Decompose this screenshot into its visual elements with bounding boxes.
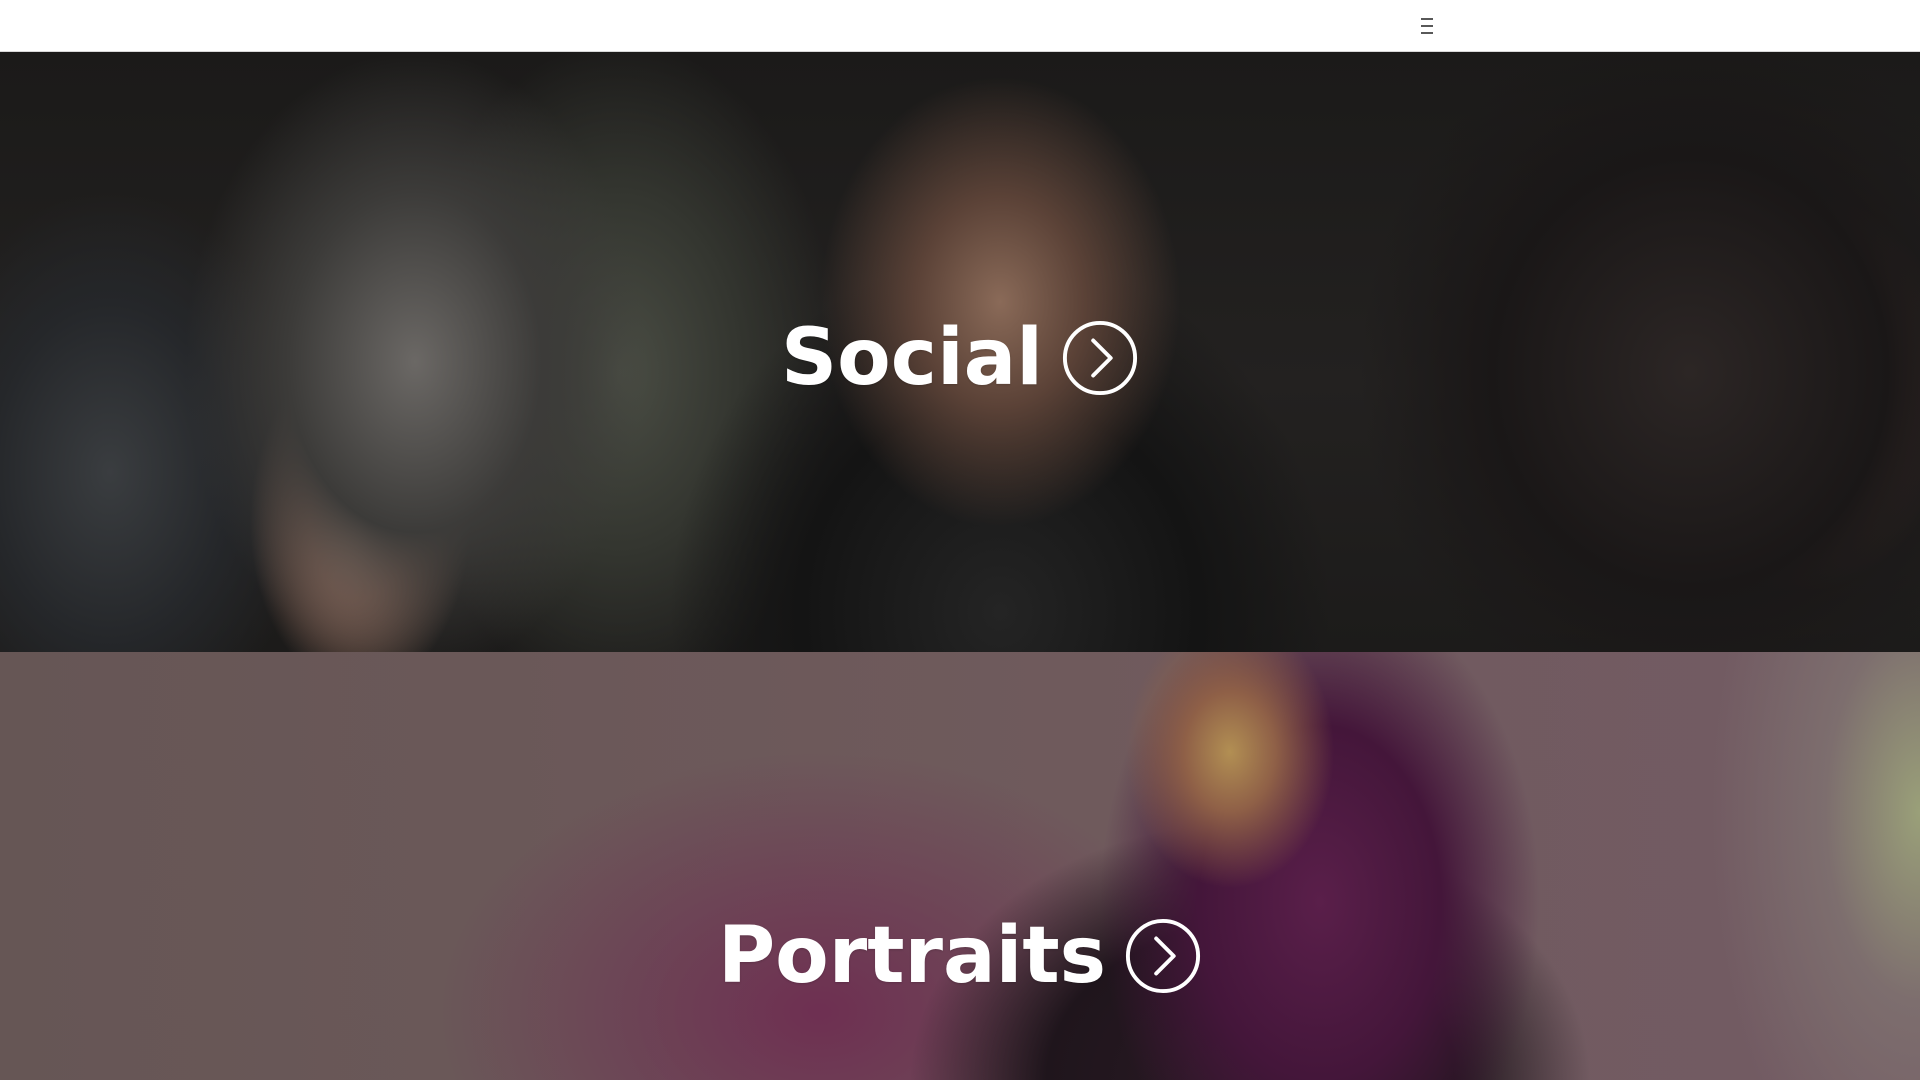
portraits-category-tile[interactable]: Portraits [0, 652, 1920, 1080]
social-category-tile[interactable]: Social [0, 52, 1920, 652]
chevron-right-circle-icon[interactable] [1124, 917, 1202, 995]
social-title-row: Social [0, 308, 1920, 408]
portraits-title-row: Portraits [0, 906, 1920, 1006]
chevron-right-circle-icon[interactable] [1061, 319, 1139, 397]
portraits-title: Portraits [717, 911, 1107, 1001]
hamburger-menu-icon [1421, 18, 1433, 34]
social-title: Social [780, 313, 1044, 403]
hamburger-menu-button[interactable] [1416, 13, 1438, 39]
top-navigation-bar [0, 0, 1920, 52]
